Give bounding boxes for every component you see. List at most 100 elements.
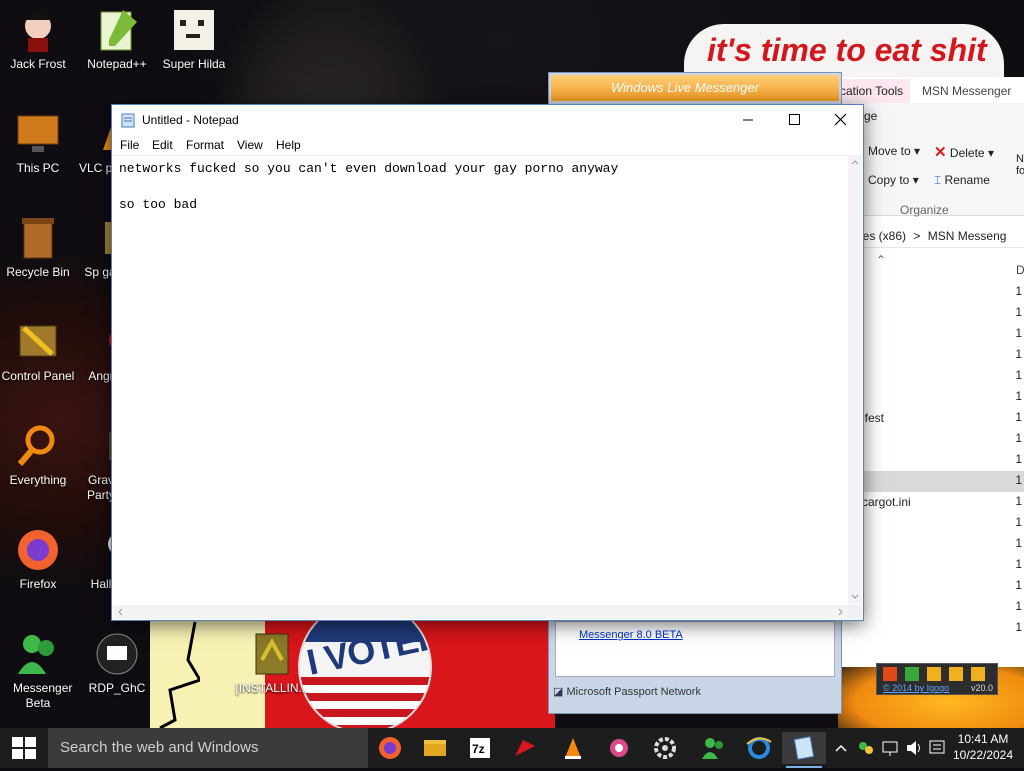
resize-grip[interactable] (848, 605, 862, 619)
menu-format[interactable]: Format (186, 138, 224, 152)
desktop-icon-rdp[interactable]: RDP_GhC (79, 630, 155, 696)
rename-icon: ⌶ (934, 173, 942, 187)
taskbar-7zip[interactable]: 7z (458, 732, 502, 764)
desktop-icon-label: Firefox (19, 577, 57, 591)
tab-msn-messenger[interactable]: MSN Messenger (922, 79, 1011, 103)
desktop-icon-this-pc[interactable]: This PC (0, 110, 76, 176)
taskbar-file-explorer[interactable] (413, 732, 457, 764)
menu-view[interactable]: View (237, 138, 263, 152)
scroll-up-icon[interactable] (848, 155, 862, 169)
folder-icon[interactable] (927, 667, 941, 681)
start-button[interactable] (0, 728, 48, 768)
igogo-version: v20.0 (970, 683, 993, 693)
move-to-button[interactable]: Move to ▾ (868, 144, 920, 158)
list-item[interactable]: ifest (840, 408, 1024, 429)
notepad-window: Untitled - Notepad File Edit Format View… (111, 104, 864, 621)
horizontal-scrollbar[interactable] (113, 605, 848, 619)
igogo-link[interactable]: © 2014 by Igogo (883, 683, 949, 693)
maximize-button[interactable] (771, 105, 817, 135)
svg-text:7z: 7z (472, 742, 485, 756)
desktop-icon-everything[interactable]: Everything (0, 422, 76, 488)
scroll-right-icon[interactable] (834, 605, 848, 619)
jack-frost-icon (14, 6, 62, 54)
address-bar[interactable]: n Files (x86) > MSN Messeng (840, 225, 1024, 248)
menu-bar: File Edit Format View Help (112, 135, 863, 155)
desktop-icon-label: Angr (88, 369, 114, 383)
desktop-icon-label: Recycle Bin (6, 265, 70, 279)
desktop-icon-control-panel[interactable]: Control Panel (0, 318, 76, 384)
desktop-icon-label: Control Panel (1, 369, 75, 383)
desktop-icon-recycle-bin[interactable]: Recycle Bin (0, 214, 76, 280)
taskbar-media-player[interactable] (503, 732, 547, 764)
taskbar: Search the web and Windows 7z 10:41 AM 1… (0, 728, 1024, 768)
plugin-tray-icon[interactable] (854, 728, 878, 768)
copy-to-button[interactable]: Copy to ▾ (868, 173, 919, 187)
network-icon[interactable] (880, 728, 902, 768)
menu-help[interactable]: Help (276, 138, 301, 152)
chevron-down-icon: ▾ (987, 146, 994, 160)
desktop-icon-notepad-plus-plus[interactable]: Notepad++ (79, 6, 155, 72)
column-header-date[interactable]: D (1016, 263, 1024, 277)
minimize-button[interactable] (725, 105, 771, 135)
manage-tab-partial[interactable]: ge (864, 109, 877, 123)
desktop-icon-super-hilda[interactable]: Super Hilda (156, 6, 232, 72)
vertical-scrollbar[interactable] (848, 155, 862, 604)
delete-button[interactable]: ✕ Delete ▾ (934, 143, 994, 161)
path-segment[interactable]: MSN Messeng (928, 229, 1007, 243)
tab-application-tools[interactable]: cation Tools (840, 79, 910, 103)
search-placeholder: Search the web and Windows (60, 739, 259, 756)
taskbar-firefox[interactable] (368, 732, 412, 764)
taskbar-internet-explorer[interactable] (737, 732, 781, 764)
this-pc-icon (14, 110, 62, 158)
taskbar-settings[interactable] (643, 732, 687, 764)
taskbar-messenger[interactable] (692, 732, 736, 764)
text-editor[interactable]: networks fucked so you can't even downlo… (113, 155, 862, 604)
maximize-icon (789, 114, 800, 125)
notepad-plus-plus-icon (93, 6, 141, 54)
ribbon-tabs: cation Tools MSN Messenger (840, 77, 1024, 103)
taskbar-notepad[interactable] (782, 732, 826, 768)
messenger-icon (14, 630, 62, 678)
power-icon[interactable] (883, 667, 897, 681)
messenger-icon (702, 738, 723, 759)
file-explorer-icon (424, 740, 446, 756)
scroll-left-icon[interactable] (113, 605, 127, 619)
notepad-title-bar[interactable]: Untitled - Notepad (112, 105, 863, 135)
tool-icon[interactable] (971, 667, 985, 681)
action-center-icon[interactable] (928, 728, 946, 768)
menu-edit[interactable]: Edit (152, 138, 173, 152)
show-hidden-icons-chevron-up-icon[interactable] (832, 728, 850, 768)
chevron-down-icon: ▾ (912, 173, 919, 187)
menu-file[interactable]: File (120, 138, 139, 152)
msn-title-bar[interactable]: Windows Live Messenger (551, 75, 839, 101)
desktop-icon-installer[interactable]: [INSTALLIN... (234, 630, 310, 696)
new-folder-button-partial[interactable]: N fo (1016, 153, 1024, 177)
desktop-icon-jack-frost[interactable]: Jack Frost (0, 6, 76, 72)
desktop-icon-label: Hall (90, 577, 112, 591)
taskbar-app[interactable] (597, 732, 641, 764)
volume-icon[interactable] (904, 728, 924, 768)
control-panel-icon (14, 318, 62, 366)
list-item-selected[interactable] (840, 471, 1024, 492)
desktop-icon-label: Super Hilda (162, 57, 226, 71)
desktop-icon-firefox[interactable]: Firefox (0, 526, 76, 592)
list-item[interactable]: cargot.ini (840, 492, 1024, 513)
meme-text: it's time to eat shit (707, 32, 987, 68)
taskbar-vlc[interactable] (551, 732, 595, 764)
installer-icon (248, 630, 296, 678)
clock[interactable]: 10:41 AM 10/22/2024 (948, 731, 1018, 763)
close-button[interactable] (817, 105, 863, 135)
notepad-icon (793, 736, 815, 760)
minimize-icon (743, 119, 753, 121)
pinwheel-icon[interactable] (905, 667, 919, 681)
desktop-icon-messenger-beta[interactable]: Messenger Beta (0, 630, 76, 711)
internet-explorer-icon (746, 737, 772, 759)
search-magnifier-icon (14, 422, 62, 470)
scroll-down-icon[interactable] (848, 590, 862, 604)
messenger-beta-link[interactable]: Messenger 8.0 BETA (579, 629, 683, 641)
rename-button[interactable]: ⌶ Rename (934, 173, 990, 188)
folder-icon[interactable] (949, 667, 963, 681)
desktop-icon-label: VLC pl (78, 161, 116, 175)
sort-up-icon[interactable]: ⌃ (876, 253, 886, 267)
search-box[interactable]: Search the web and Windows (48, 728, 368, 768)
